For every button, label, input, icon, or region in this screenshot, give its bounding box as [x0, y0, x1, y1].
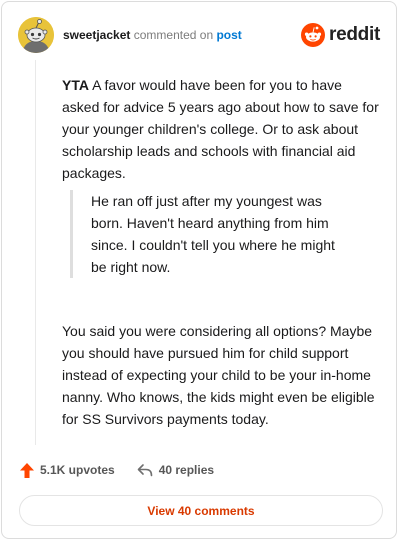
reddit-snoo-icon [301, 23, 326, 47]
reddit-wordmark: reddit [329, 24, 380, 45]
post-link[interactable]: post [216, 28, 241, 42]
snoo-avatar-icon[interactable] [18, 17, 54, 53]
paragraph-2-text: You said you were considering all option… [62, 323, 375, 427]
paragraph-1-text: A favor would have been for you to have … [62, 77, 379, 181]
upvote-button[interactable]: 5.1K upvotes [20, 462, 115, 478]
comment-paragraph-2: You said you were considering all option… [62, 320, 382, 430]
action-text: commented on [133, 28, 214, 42]
replies-button[interactable]: 40 replies [137, 463, 214, 477]
quote-text: He ran off just after my youngest was bo… [91, 193, 335, 275]
view-comments-button[interactable]: View 40 comments [19, 495, 383, 526]
reply-arrow-icon [137, 464, 153, 477]
thread-line[interactable] [35, 60, 36, 445]
reddit-logo[interactable]: reddit [301, 22, 380, 48]
comment-actions: 5.1K upvotes 40 replies [20, 460, 214, 480]
comment-card: sweetjacket commented on post reddit YTA… [1, 1, 397, 539]
blockquote: He ran off just after my youngest was bo… [70, 190, 351, 278]
verdict-label: YTA [62, 77, 89, 93]
upvote-arrow-icon [20, 462, 34, 478]
comment-header: sweetjacket commented on post [63, 28, 242, 42]
upvote-count: 5.1K upvotes [40, 463, 115, 477]
comment-paragraph-1: YTA A favor would have been for you to h… [62, 74, 380, 184]
username-link[interactable]: sweetjacket [63, 28, 130, 42]
replies-count: 40 replies [158, 463, 215, 477]
